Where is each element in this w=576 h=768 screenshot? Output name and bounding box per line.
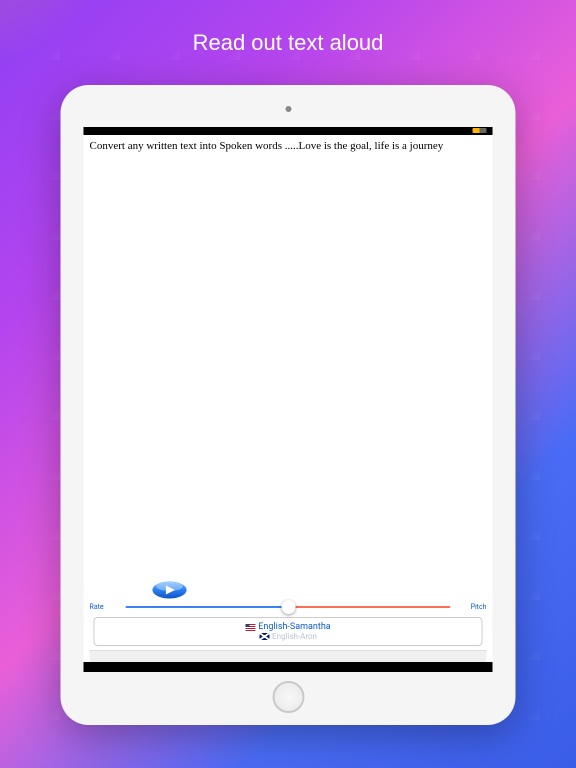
play-button[interactable] [152,581,188,599]
home-button[interactable] [272,681,304,713]
slider-thumb[interactable] [281,600,295,614]
voice-option[interactable]: English-Aron [95,632,482,641]
playback-controls: Rate Pitch English-Samantha English-Aron [84,579,493,662]
us-flag-icon [245,624,255,631]
rate-pitch-slider-row: Rate Pitch [90,603,487,611]
bottom-bar [84,662,493,672]
voice-option-selected[interactable]: English-Samantha [95,622,482,632]
promo-title: Read out text aloud [0,30,576,56]
gb-flag-icon [259,633,269,640]
play-icon [152,581,188,599]
camera-dot [285,106,291,112]
voice-picker[interactable]: English-Samantha English-Aron [94,617,483,646]
voice-label: English-Aron [272,632,317,641]
status-bar [84,127,493,135]
pitch-label: Pitch [457,603,487,611]
nav-bar [90,650,487,662]
text-input[interactable]: Convert any written text into Spoken wor… [84,135,493,579]
tablet-frame: Convert any written text into Spoken wor… [61,85,516,725]
voice-label: English-Samantha [258,622,330,632]
rate-label: Rate [90,603,120,611]
rate-pitch-slider[interactable] [126,606,451,608]
screen: Convert any written text into Spoken wor… [84,127,493,672]
